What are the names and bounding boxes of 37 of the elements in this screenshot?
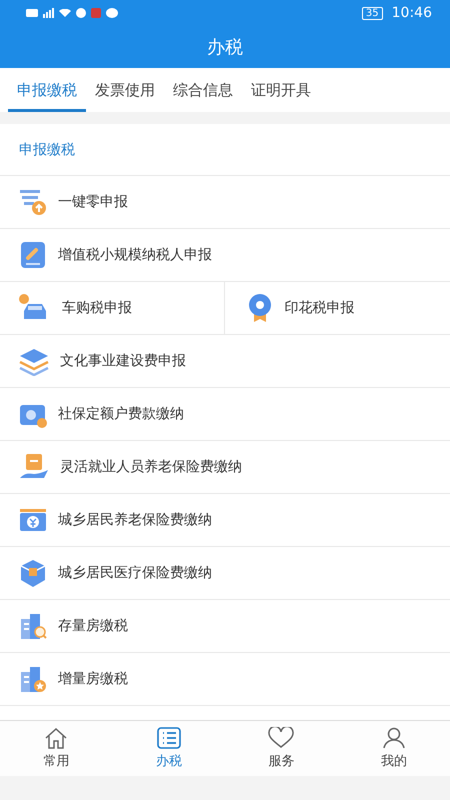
building-star-icon [18, 664, 48, 694]
layers-icon [18, 346, 50, 376]
service-item[interactable]: 增值税小规模纳税人申报 [0, 229, 450, 281]
nav-tab[interactable]: 办税 [112, 721, 225, 776]
section-title: 申报缴税 [0, 124, 450, 176]
service-item[interactable]: 城乡居民医疗保险费缴纳 [0, 547, 450, 599]
service-item[interactable]: 文化事业建设费申报 [0, 335, 450, 387]
status-time: 10:46 [392, 5, 432, 21]
wifi-icon [59, 9, 71, 17]
category-tab[interactable]: 申报缴税 [8, 68, 86, 112]
clipboard-icon [18, 240, 48, 270]
nav-tab[interactable]: 常用 [0, 721, 112, 776]
service-item[interactable]: 存量房缴税 [0, 600, 450, 652]
page-title: 办税 [206, 36, 244, 60]
category-tab[interactable]: 综合信息 [164, 68, 242, 112]
message-icon [106, 8, 118, 18]
app-notification-icon [91, 8, 101, 18]
service-item[interactable]: 车购税申报 [0, 282, 224, 334]
service-item[interactable]: 灵活就业人员养老保险费缴纳 [0, 441, 450, 493]
building-search-icon [18, 611, 48, 641]
box-icon [18, 558, 48, 588]
signal-icon [43, 8, 54, 18]
service-item[interactable]: 社保定额户费款缴纳 [0, 388, 450, 440]
person-icon [382, 727, 406, 749]
battery-indicator: 35 [362, 6, 383, 20]
service-item[interactable]: 一键零申报 [0, 176, 450, 228]
service-item[interactable]: 增量房缴税 [0, 653, 450, 705]
home-icon [44, 727, 68, 749]
service-item[interactable]: 印花税申报 [224, 282, 450, 334]
service-item[interactable]: 城乡居民养老保险费缴纳 [0, 494, 450, 546]
list-icon [156, 727, 181, 749]
heart-icon [268, 727, 294, 749]
nav-tab[interactable]: 服务 [225, 721, 338, 776]
category-tab[interactable]: 发票使用 [86, 68, 164, 112]
zero-upload-icon [18, 187, 48, 217]
category-tab[interactable]: 证明开具 [242, 68, 320, 112]
nav-tab[interactable]: 我的 [338, 721, 450, 776]
